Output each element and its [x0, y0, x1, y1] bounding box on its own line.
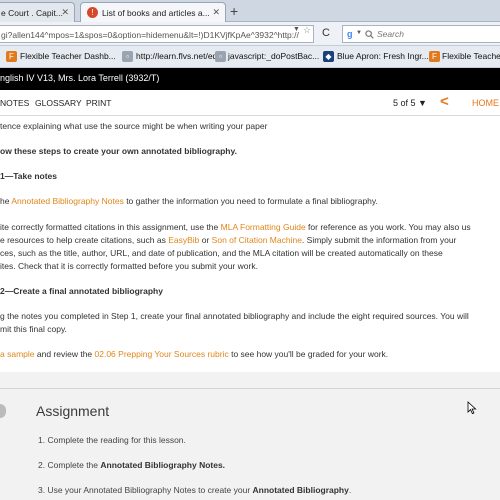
address-url: gi?allen144^mpos=1&spos=0&option=hidemen… [1, 30, 299, 40]
bookmark-flexible-teacher[interactable]: Flexible Teache [442, 51, 500, 61]
tab-title: e Court . Capit... [1, 8, 63, 18]
step1-heading: 1—Take notes [0, 171, 58, 181]
url-dropdown-icon[interactable]: ▼ [293, 26, 300, 33]
citation-line-1: ite correctly formatted citations in thi… [0, 222, 471, 232]
browser-tab-active[interactable]: ! List of books and articles a... ✕ [80, 2, 226, 22]
assignment-step-2: 2. Complete the Annotated Bibliography N… [38, 460, 226, 470]
annotated-bibliography-notes-text: Annotated Bibliography Notes. [100, 460, 226, 470]
assignment-title: Assignment [36, 403, 110, 419]
citation-line-3: ces, such as the title, author, URL, and… [0, 248, 443, 258]
annotated-bibliography-text: Annotated Bibliography [252, 485, 349, 495]
citation-line-4: ites. Check that it is correctly formatt… [0, 261, 258, 271]
assignment-step-1: 1. Complete the reading for this lesson. [38, 435, 186, 445]
annotated-bibliography-notes-link[interactable]: Annotated Bibliography Notes [11, 196, 123, 206]
son-of-citation-machine-link[interactable]: Son of Citation Machine [212, 235, 302, 245]
bookmark-favicon-icon: F [6, 51, 17, 62]
section-divider [0, 388, 500, 389]
glossary-link[interactable]: GLOSSARY [35, 98, 82, 108]
previous-page-chevron-icon[interactable]: < [440, 93, 449, 110]
step2-heading: 2—Create a final annotated bibliography [0, 286, 163, 296]
reload-icon[interactable]: C [322, 27, 330, 39]
bookmark-flexible-teacher-dashboard[interactable]: Flexible Teacher Dashb... [20, 51, 116, 61]
bookmark-blue-apron[interactable]: Blue Apron: Fresh Ingr... [337, 51, 429, 61]
bookmark-page-icon: ▫ [122, 51, 133, 62]
tab-title: List of books and articles a... [102, 8, 210, 18]
bookmark-learn-flvs[interactable]: http://learn.flvs.net/ed... [136, 51, 224, 61]
mouse-cursor-icon [467, 401, 477, 415]
print-link[interactable]: PRINT [86, 98, 112, 108]
address-bar[interactable]: gi?allen144^mpos=1&spos=0&option=hidemen… [0, 25, 314, 43]
close-tab-icon[interactable]: ✕ [61, 7, 69, 18]
close-tab-icon[interactable]: ✕ [212, 7, 220, 18]
lesson-toolbar: NOTES GLOSSARY PRINT 5 of 5 ▼ < HOME [0, 90, 500, 116]
page-selector[interactable]: 5 of 5 ▼ [393, 98, 427, 108]
mla-formatting-guide-link[interactable]: MLA Formatting Guide [221, 222, 306, 232]
new-tab-button[interactable]: + [230, 3, 238, 19]
browser-tab[interactable]: e Court . Capit... ✕ [0, 2, 75, 22]
home-link[interactable]: HOME [472, 98, 499, 108]
easybib-link[interactable]: EasyBib [168, 235, 199, 245]
search-box[interactable]: g ▼ Search [342, 25, 500, 43]
bookmark-javascript-postback[interactable]: javascript:_doPostBac... [228, 51, 319, 61]
bookmark-page-icon: ▫ [215, 51, 226, 62]
browser-tab-strip: e Court . Capit... ✕ ! List of books and… [0, 0, 500, 22]
search-engine-dropdown-icon[interactable]: ▼ [356, 30, 362, 36]
step2-line-2: mit this final copy. [0, 324, 67, 334]
paragraph-line: tence explaining what use the source mig… [0, 121, 268, 131]
steps-intro: ow these steps to create your own annota… [0, 146, 237, 156]
bookmark-star-icon[interactable]: ☆ [303, 25, 311, 36]
sample-line: a sample and review the 02.06 Prepping Y… [0, 349, 389, 359]
notes-link[interactable]: NOTES [0, 98, 29, 108]
rubric-link[interactable]: 02.06 Prepping Your Sources rubric [95, 349, 229, 359]
step2-line-1: g the notes you completed in Step 1, cre… [0, 311, 469, 321]
browser-nav-bar: gi?allen144^mpos=1&spos=0&option=hidemen… [0, 22, 500, 46]
course-title: nglish IV V13, Mrs. Lora Terrell (3932/T… [0, 73, 160, 83]
course-header: nglish IV V13, Mrs. Lora Terrell (3932/T… [0, 68, 500, 90]
bookmark-blue-apron-icon: ◆ [323, 51, 334, 62]
search-engine-icon[interactable]: g [347, 29, 353, 39]
bookmarks-bar: F Flexible Teacher Dashb... ▫ http://lea… [0, 46, 500, 68]
lesson-content: tence explaining what use the source mig… [0, 116, 500, 372]
search-placeholder: Search [377, 29, 404, 39]
site-favicon-icon: ! [87, 7, 98, 18]
sample-link[interactable]: a sample [0, 349, 35, 359]
step1-line: he Annotated Bibliography Notes to gathe… [0, 196, 378, 206]
citation-line-2: e resources to help create citations, su… [0, 235, 457, 245]
search-icon [365, 30, 374, 39]
assignment-step-3: 3. Use your Annotated Bibliography Notes… [38, 485, 352, 495]
bookmark-favicon-icon: F [429, 51, 440, 62]
